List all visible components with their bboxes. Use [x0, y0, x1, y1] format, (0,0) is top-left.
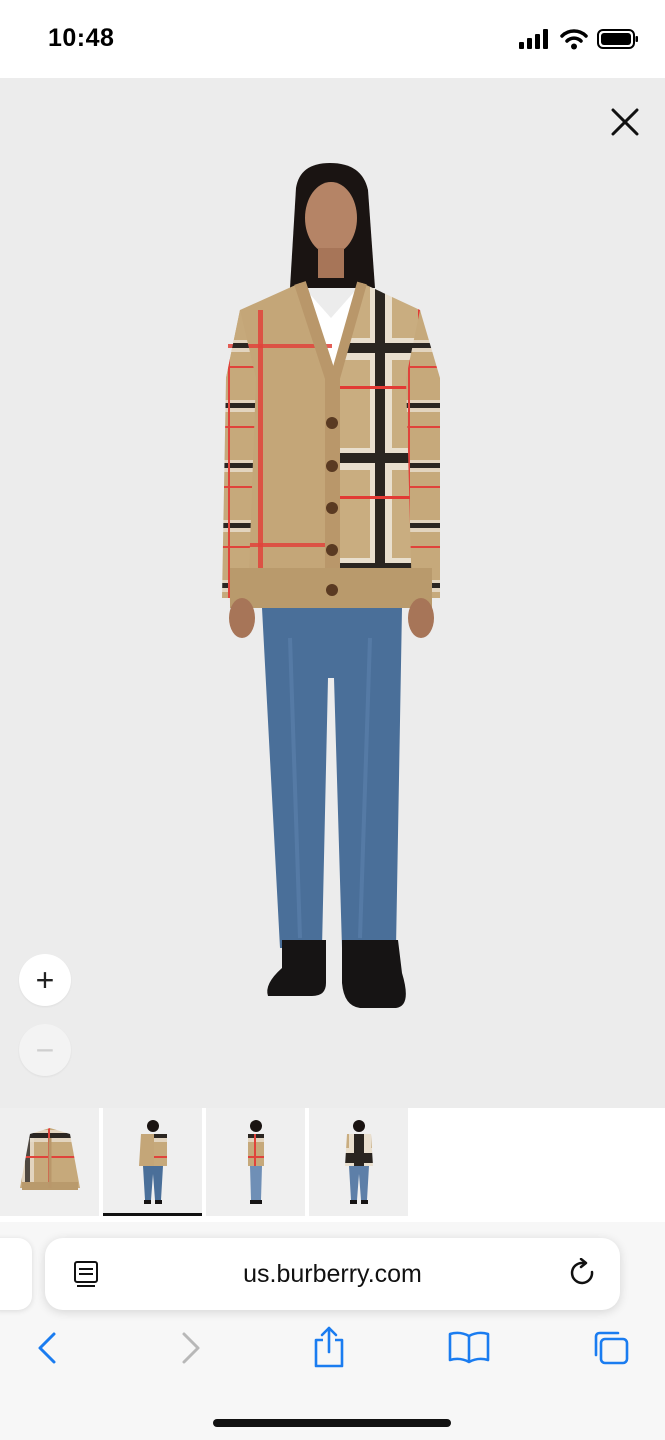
url-text: us.burberry.com [243, 1260, 422, 1288]
product-photo[interactable] [0, 78, 665, 1108]
home-indicator [213, 1419, 451, 1427]
status-bar: 10:48 [0, 0, 665, 78]
product-image-viewer[interactable]: + − [0, 78, 665, 1108]
thumb-model-side[interactable] [206, 1108, 305, 1216]
battery-icon [597, 29, 638, 49]
previous-tab-preview[interactable] [0, 1238, 32, 1310]
close-icon [611, 108, 639, 136]
minus-icon: − [35, 1031, 55, 1068]
forward-icon[interactable] [178, 1328, 204, 1368]
address-bar[interactable]: us.burberry.com [45, 1238, 620, 1310]
wifi-icon [560, 29, 588, 50]
back-icon[interactable] [34, 1328, 60, 1368]
bookmarks-icon[interactable] [448, 1330, 490, 1364]
status-time: 10:48 [48, 24, 115, 52]
close-button[interactable] [607, 104, 643, 140]
plus-icon: + [35, 961, 55, 998]
thumbnail-strip [0, 1108, 665, 1223]
thumb-cardigan-flat[interactable] [0, 1108, 99, 1216]
thumb-model-front[interactable] [103, 1108, 202, 1216]
reload-icon[interactable] [568, 1258, 598, 1288]
zoom-out-button[interactable]: − [19, 1024, 71, 1076]
share-icon[interactable] [312, 1324, 346, 1370]
thumb-model-back[interactable] [309, 1108, 408, 1216]
zoom-in-button[interactable]: + [19, 954, 71, 1006]
tabs-icon[interactable] [592, 1330, 630, 1366]
cellular-signal-icon [519, 29, 548, 49]
browser-toolbar: us.burberry.com [0, 1222, 665, 1440]
status-icons [519, 28, 639, 50]
